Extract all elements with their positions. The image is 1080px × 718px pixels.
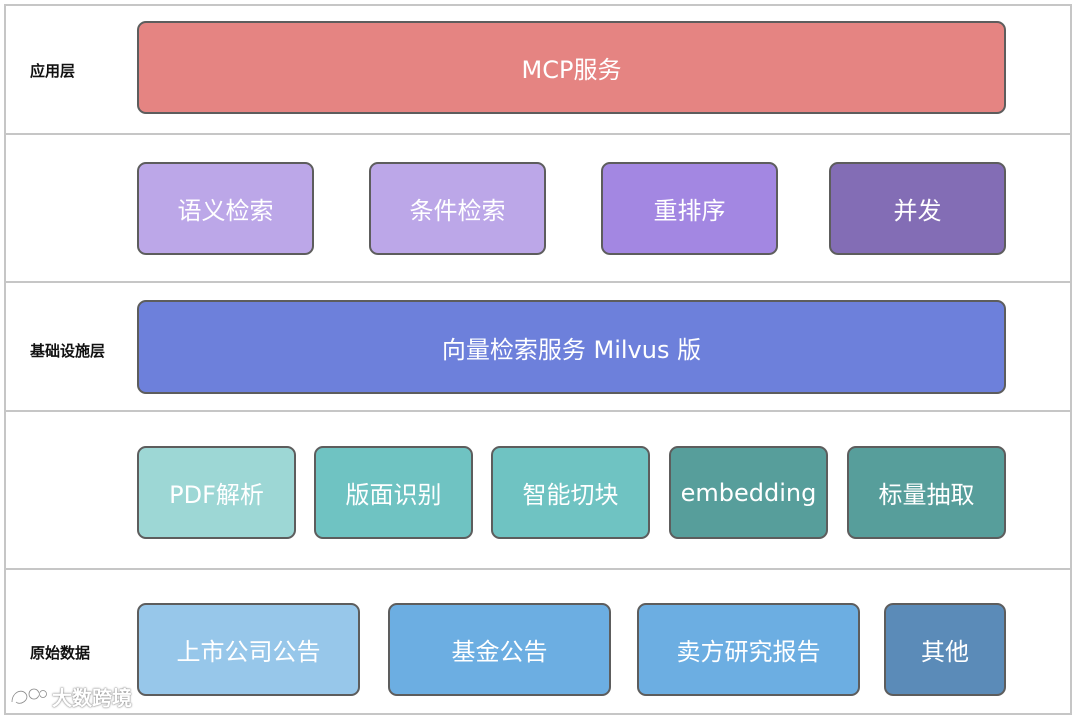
raw-data-layer-label: 原始数据 — [30, 644, 91, 662]
conditional-search-box: 条件检索 — [369, 162, 546, 255]
embedding-box: embedding — [669, 446, 828, 539]
listed-company-announcement-box: 上市公司公告 — [137, 603, 360, 696]
scalar-extraction-box: 标量抽取 — [847, 446, 1006, 539]
watermark: 大数跨境 — [8, 682, 132, 711]
pdf-parse-box: PDF解析 — [137, 446, 296, 539]
architecture-diagram: 应用层 MCP服务 语义检索 条件检索 重排序 并发 基础设施层 向量检索服务 … — [0, 0, 1080, 718]
application-layer-label: 应用层 — [30, 62, 76, 80]
fund-announcement-box: 基金公告 — [388, 603, 611, 696]
watermark-text: 大数跨境 — [52, 686, 132, 710]
other-box: 其他 — [884, 603, 1006, 696]
mcp-service-box: MCP服务 — [137, 21, 1006, 114]
concurrency-box: 并发 — [829, 162, 1006, 255]
logo-icon — [8, 684, 48, 710]
layout-recognition-box: 版面识别 — [314, 446, 473, 539]
infrastructure-layer-label: 基础设施层 — [30, 342, 106, 360]
vector-search-service-box: 向量检索服务 Milvus 版 — [137, 300, 1006, 394]
sell-side-research-box: 卖方研究报告 — [637, 603, 860, 696]
semantic-search-box: 语义检索 — [137, 162, 314, 255]
rerank-box: 重排序 — [601, 162, 778, 255]
smart-chunking-box: 智能切块 — [491, 446, 650, 539]
